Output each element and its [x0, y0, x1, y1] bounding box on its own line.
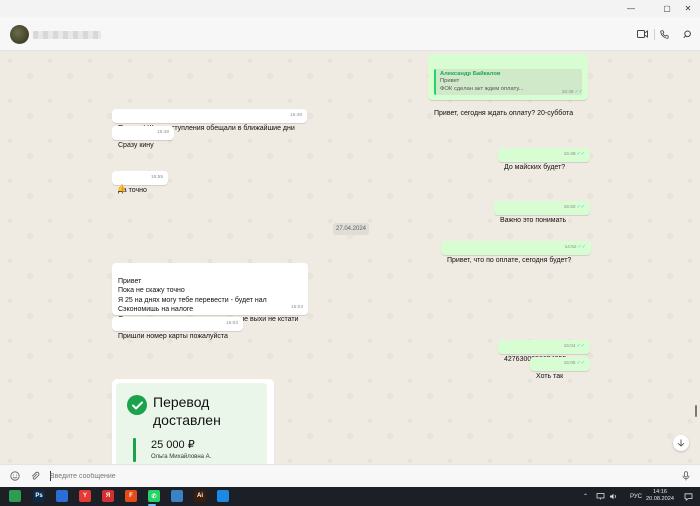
message-outgoing[interactable]: Привет, что по оплате, сегодня будет? 14…: [441, 241, 591, 264]
message-time: 15:03: [290, 305, 303, 311]
checkmark-icon: [127, 395, 147, 415]
scroll-down-button[interactable]: [673, 435, 689, 451]
transfer-title: Перевод доставлен: [153, 394, 221, 428]
illustrator-icon[interactable]: Ai: [194, 490, 206, 502]
message-incoming[interactable]: Сразу кину 15:48: [112, 126, 174, 149]
keyboard-language[interactable]: РУС: [630, 487, 642, 506]
whatsapp-icon[interactable]: ✆: [148, 490, 160, 502]
message-text: Важно это понимать: [500, 216, 567, 224]
message-text: Пришли номер карты пожалуйста: [118, 332, 228, 340]
read-receipt-icon: ✓✓: [576, 342, 585, 349]
clock-time: 14:16: [653, 489, 667, 495]
read-receipt-icon: ✓✓: [574, 88, 583, 95]
arrow-down-icon: [677, 439, 685, 447]
paint-icon[interactable]: [217, 490, 229, 502]
figma-icon[interactable]: F: [125, 490, 137, 502]
yandex-browser-icon[interactable]: Я: [102, 490, 114, 502]
message-outgoing[interactable]: 4276300058654255 15:04✓✓: [498, 340, 590, 363]
message-time: 15:48: [289, 112, 302, 118]
chat-area[interactable]: Александр Байкалов Привет ФОК сделан акт…: [0, 51, 700, 464]
message-time: 15:50✓✓: [563, 203, 585, 210]
search-icon[interactable]: [680, 27, 694, 41]
thumbs-up-reaction-icon[interactable]: 👍: [117, 184, 126, 192]
read-receipt-icon: ✓✓: [577, 243, 586, 250]
quote-text: Привет ФОК сделан акт ждем оплату...: [440, 78, 524, 92]
message-time: 14:52✓✓: [564, 243, 586, 250]
phone-call-icon[interactable]: [657, 27, 671, 41]
message-time: 15:04✓✓: [563, 342, 585, 349]
contact-name-blurred[interactable]: [33, 31, 101, 39]
chevron-up-icon[interactable]: ⌃: [583, 487, 588, 506]
message-text: Привет, сегодня ждать оплату? 20-суббота: [434, 109, 574, 117]
window-titlebar: — ▢ ✕: [0, 0, 700, 17]
message-time: 15:48✓✓: [561, 88, 583, 95]
microphone-icon[interactable]: [680, 470, 692, 482]
file-manager-icon[interactable]: [9, 490, 21, 502]
message-incoming[interactable]: Пришли номер карты пожалуйста 15:03: [112, 317, 243, 340]
message-incoming[interactable]: Привет Пока не скажу точно Я 25 на днях …: [112, 263, 308, 323]
video-call-icon[interactable]: [635, 27, 649, 41]
transfer-recipient: Ольга Михайловна А.: [151, 454, 212, 460]
message-input[interactable]: [50, 470, 660, 483]
attach-icon[interactable]: [29, 470, 41, 482]
read-receipt-icon: ✓✓: [576, 150, 585, 157]
date-separator: 27.04.2024: [333, 223, 369, 235]
message-incoming[interactable]: Да точно 15:55: [112, 171, 168, 194]
message-outgoing[interactable]: До майских будет? 15:48✓✓: [498, 148, 590, 171]
clock-date: 20.08.2024: [646, 496, 674, 503]
message-text: Сразу кину: [118, 141, 154, 149]
read-receipt-icon: ✓✓: [576, 359, 585, 366]
transfer-receipt-body: Перевод доставлен 25 000 ₽ Ольга Михайло…: [116, 383, 267, 464]
minimize-icon[interactable]: —: [619, 0, 643, 17]
quoted-message[interactable]: Александр Байкалов Привет ФОК сделан акт…: [434, 68, 582, 95]
message-outgoing[interactable]: Александр Байкалов Привет ФОК сделан акт…: [428, 54, 588, 117]
message-text: До майских будет?: [504, 163, 566, 171]
transfer-receipt-image[interactable]: Перевод доставлен 25 000 ₽ Ольга Михайло…: [112, 379, 274, 464]
windows-taskbar: Ps Y Я F ✆ Ai ⌃ РУС 14:16 20.08.2024: [0, 487, 700, 506]
message-time: 15:03: [225, 320, 238, 326]
message-time: 15:05✓✓: [563, 359, 585, 366]
message-outgoing[interactable]: Важно это понимать 15:50✓✓: [494, 201, 590, 224]
message-text: Привет, что по оплате, сегодня будет?: [447, 256, 572, 264]
system-clock[interactable]: 14:16 20.08.2024: [645, 489, 675, 503]
message-time: 15:48: [156, 129, 169, 135]
notifications-icon[interactable]: [684, 487, 693, 506]
avatar[interactable]: [10, 25, 29, 44]
message-outgoing[interactable]: Хоть так 15:05✓✓: [530, 357, 590, 380]
quote-author: Александр Байкалов: [440, 70, 501, 77]
network-icon[interactable]: [596, 487, 605, 506]
header-divider: [654, 29, 655, 40]
cloud-app-icon[interactable]: [171, 490, 183, 502]
message-time: 15:48✓✓: [563, 150, 585, 157]
yandex-icon[interactable]: Y: [79, 490, 91, 502]
transfer-amount: 25 000 ₽: [151, 439, 195, 451]
compose-bar: [0, 464, 700, 487]
message-text: Хоть так: [536, 372, 564, 380]
monitor-icon[interactable]: [56, 490, 68, 502]
message-time: 15:55: [150, 174, 163, 180]
volume-icon[interactable]: [609, 487, 618, 506]
photoshop-icon[interactable]: Ps: [33, 490, 45, 502]
scrollbar-thumb[interactable]: [695, 405, 697, 417]
chat-header: [0, 17, 700, 51]
emoji-icon[interactable]: [9, 470, 21, 482]
close-icon[interactable]: ✕: [676, 0, 700, 17]
read-receipt-icon: ✓✓: [576, 203, 585, 210]
message-incoming[interactable]: Привет ! Жду поступления обещали в ближа…: [112, 109, 307, 132]
amount-accent-bar: [133, 438, 136, 462]
